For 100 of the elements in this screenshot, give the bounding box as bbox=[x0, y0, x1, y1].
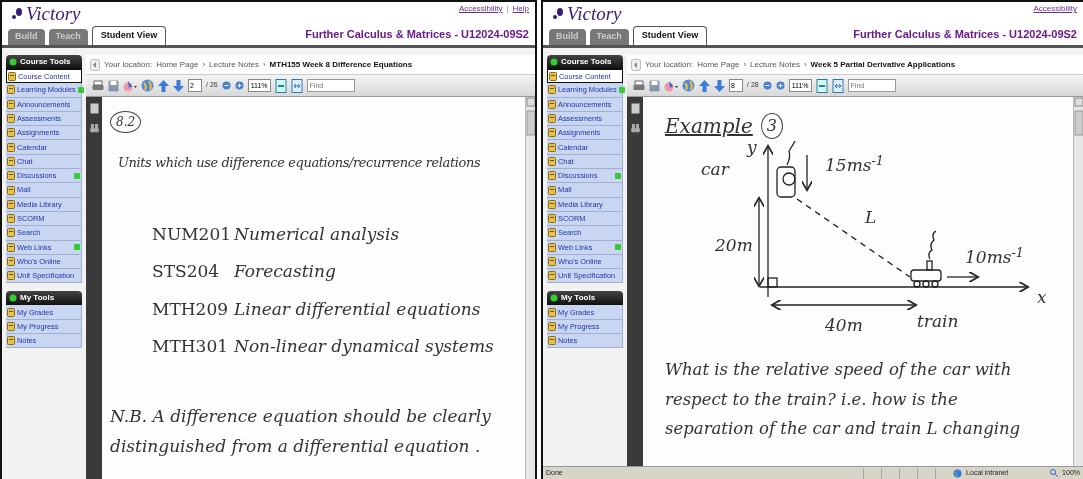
course-title: Further Calculus & Matrices - U12024-09S2 bbox=[853, 26, 1077, 42]
breadcrumb-current: Week 5 Partial Derivative Applications bbox=[810, 58, 956, 71]
unit-code: STS204 bbox=[152, 260, 221, 284]
section-heading: My Tools bbox=[547, 291, 623, 306]
right-angle-mark bbox=[767, 277, 778, 288]
tool-icon bbox=[548, 156, 556, 166]
diagram-label: 20m bbox=[715, 237, 753, 254]
tool-icon bbox=[7, 128, 15, 138]
zoom-in-icon[interactable] bbox=[234, 81, 244, 90]
tool-icon bbox=[548, 257, 556, 266]
separator: | bbox=[506, 3, 509, 15]
save-icon[interactable] bbox=[108, 79, 119, 92]
tool-icon bbox=[548, 199, 556, 209]
unit-code: MTH301 bbox=[152, 335, 230, 359]
globe-icon[interactable] bbox=[682, 79, 695, 92]
bullet-icon bbox=[550, 294, 558, 303]
pages-icon[interactable] bbox=[630, 103, 640, 114]
globe-icon bbox=[953, 468, 963, 478]
section-heading: Course Tools bbox=[6, 55, 82, 69]
example-title: Example bbox=[665, 113, 753, 140]
logo-text: Victory bbox=[26, 4, 81, 23]
up-arrow-icon[interactable] bbox=[699, 79, 710, 92]
diagram-label: car bbox=[701, 161, 729, 178]
tool-icon bbox=[548, 128, 556, 138]
tool-icon bbox=[548, 99, 556, 109]
tool-icon bbox=[549, 71, 557, 81]
tool-icon bbox=[7, 142, 15, 152]
diagram-label: train bbox=[917, 313, 959, 330]
unit-code: NUM201 bbox=[152, 222, 233, 246]
fit-width-icon[interactable] bbox=[290, 78, 303, 93]
tool-icon bbox=[7, 156, 15, 166]
fit-page-icon[interactable] bbox=[274, 78, 287, 93]
header-link[interactable]: Accessibility bbox=[458, 3, 503, 15]
breadcrumb-separator: › bbox=[202, 58, 206, 71]
tool-icon bbox=[548, 228, 556, 238]
back-icon[interactable] bbox=[90, 58, 100, 71]
back-icon[interactable] bbox=[631, 58, 641, 71]
zoom-in-icon[interactable] bbox=[775, 81, 785, 90]
tab[interactable]: Student View bbox=[632, 26, 708, 45]
binoculars-icon[interactable] bbox=[630, 124, 640, 133]
unit-code: MTH209 bbox=[152, 297, 230, 321]
tool-icon bbox=[548, 185, 556, 195]
tool-icon bbox=[548, 85, 556, 95]
binoculars-icon[interactable] bbox=[89, 124, 99, 133]
unit-title: Linear differential equations bbox=[234, 297, 481, 321]
tool-icon bbox=[7, 171, 15, 181]
breadcrumb-label: Your location: bbox=[104, 58, 153, 71]
breadcrumb-separator: › bbox=[743, 58, 747, 71]
handwritten-note: N.B. A difference equation should be clearly distinguished from a differential equation . bbox=[110, 404, 492, 458]
header-link[interactable]: Accessibility bbox=[1033, 3, 1077, 15]
unit-title: Non-linear dynamical systems bbox=[234, 335, 494, 359]
diagram-label: 40m bbox=[825, 317, 863, 334]
save-icon[interactable] bbox=[649, 79, 660, 92]
zoom-icon[interactable] bbox=[1050, 469, 1059, 477]
globe-icon[interactable] bbox=[141, 79, 154, 92]
logo-text: Victory bbox=[567, 4, 622, 23]
train-drawing bbox=[910, 230, 942, 288]
fit-page-icon[interactable] bbox=[815, 78, 828, 93]
bullet-icon bbox=[9, 58, 17, 66]
tab[interactable]: Student View bbox=[91, 26, 167, 45]
tool-icon bbox=[7, 271, 15, 281]
diagram-label: L bbox=[865, 209, 877, 226]
handwritten-heading: Units which use difference equations/recurrence relations bbox=[118, 155, 482, 172]
unit-title: Numerical analysis bbox=[234, 222, 400, 246]
breadcrumb-link[interactable]: Home Page bbox=[156, 58, 199, 71]
breadcrumb-link[interactable]: Home Page bbox=[697, 58, 740, 71]
breadcrumb-link[interactable]: Lecture Notes bbox=[209, 58, 259, 71]
tool-icon bbox=[548, 114, 556, 124]
fit-width-icon[interactable] bbox=[831, 78, 844, 93]
tool-icon bbox=[548, 214, 556, 224]
unit-title: Forecasting bbox=[234, 260, 336, 284]
tool-icon bbox=[548, 321, 556, 331]
axis-label: x bbox=[1037, 289, 1047, 306]
tool-icon bbox=[7, 114, 15, 124]
zoom-out-icon[interactable] bbox=[221, 81, 231, 90]
print-icon[interactable] bbox=[92, 79, 104, 92]
tool-icon bbox=[7, 321, 15, 331]
tool-icon bbox=[8, 71, 16, 81]
section-heading: Course Tools bbox=[547, 55, 623, 69]
zoom-out-icon[interactable] bbox=[762, 81, 772, 90]
up-arrow-icon[interactable] bbox=[158, 79, 169, 92]
tool-icon bbox=[7, 199, 15, 209]
breadcrumb-current: MTH155 Week 8 Difference Equations bbox=[269, 58, 413, 71]
tool-icon bbox=[7, 85, 15, 95]
down-arrow-icon[interactable] bbox=[714, 79, 725, 92]
print-icon[interactable] bbox=[633, 79, 645, 92]
header-link[interactable]: Help bbox=[512, 3, 529, 15]
scrollbar-drawing[interactable] bbox=[526, 97, 535, 137]
handwritten-question: What is the relative speed of the car with respect to the train? i.e. how is the separation of the car and train L changing bbox=[665, 359, 1022, 441]
down-arrow-icon[interactable] bbox=[173, 79, 184, 92]
tool-icon bbox=[548, 307, 556, 317]
scrollbar-drawing[interactable] bbox=[1074, 97, 1083, 137]
breadcrumb-separator: › bbox=[803, 58, 807, 71]
tool-icon bbox=[548, 271, 556, 281]
tool-icon bbox=[7, 242, 15, 252]
breadcrumb-link[interactable]: Lecture Notes bbox=[750, 58, 800, 71]
pages-icon[interactable] bbox=[89, 103, 99, 114]
tool-icon bbox=[7, 336, 15, 346]
section-heading: My Tools bbox=[6, 291, 82, 306]
breadcrumb-separator: › bbox=[262, 58, 266, 71]
